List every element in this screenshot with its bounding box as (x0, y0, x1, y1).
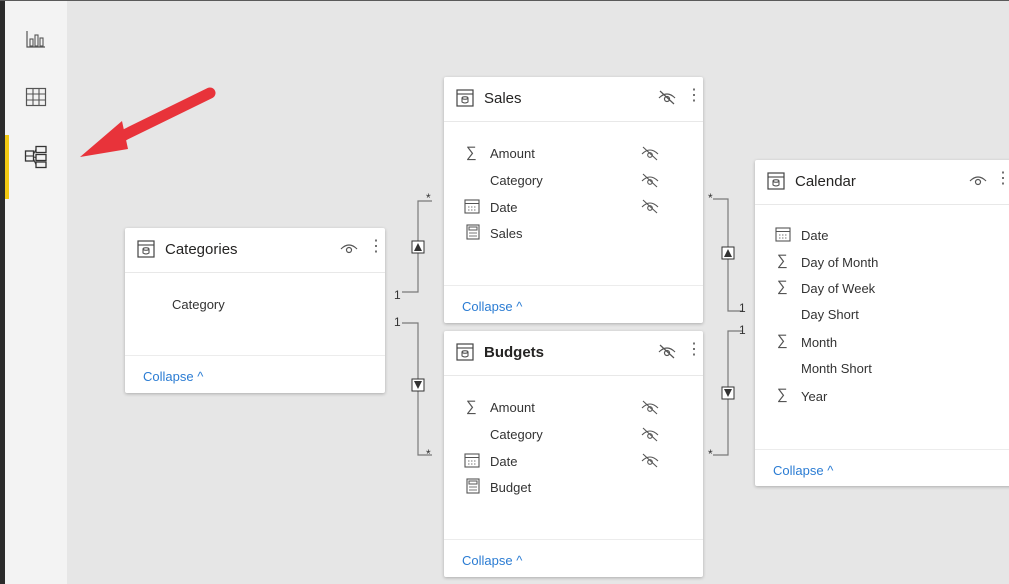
field-date[interactable]: Date (801, 228, 828, 243)
rel-many-marker: * (708, 447, 713, 461)
table-title: Sales (484, 90, 522, 107)
field-category[interactable]: Category (172, 297, 225, 312)
field-day-of-month[interactable]: Day of Month (801, 255, 878, 270)
sigma-icon: ∑ (466, 398, 477, 415)
collapse-link[interactable]: Collapse ^ (462, 299, 522, 314)
sigma-icon: ∑ (777, 252, 788, 269)
rel-one-marker: 1 (739, 301, 746, 315)
table-icon (767, 172, 785, 190)
hidden-eye-icon[interactable] (640, 198, 660, 214)
more-options-icon[interactable]: ⋮ (686, 87, 702, 105)
card-header: Calendar ⋮ (755, 160, 1009, 205)
field-month-short[interactable]: Month Short (801, 361, 872, 376)
sales-table-card[interactable]: Sales ⋮ ∑ Amount Category Date Sales Col… (444, 77, 703, 323)
calendar-icon (464, 453, 480, 468)
collapse-row: Collapse ^ (444, 539, 703, 580)
field-day-of-week[interactable]: Day of Week (801, 281, 875, 296)
rel-one-marker: 1 (394, 288, 401, 302)
hidden-eye-icon[interactable] (640, 145, 660, 161)
categories-table-card[interactable]: Categories ⋮ Category Collapse ^ (125, 228, 385, 393)
rel-one-marker: 1 (739, 323, 746, 337)
rel-many-marker: * (426, 447, 431, 461)
hidden-eye-icon[interactable] (657, 343, 677, 359)
rel-many-marker: * (426, 191, 431, 205)
field-sales-measure[interactable]: Sales (490, 226, 523, 241)
calendar-icon (464, 199, 480, 214)
collapse-link[interactable]: Collapse ^ (462, 553, 522, 568)
visible-eye-icon[interactable] (969, 172, 987, 188)
table-icon (137, 240, 155, 258)
model-view: * 1 1 * * 1 1 * Categories ⋮ Category Co… (0, 0, 1009, 584)
table-title: Calendar (795, 173, 856, 190)
hidden-eye-icon[interactable] (640, 399, 660, 415)
field-category[interactable]: Category (490, 173, 543, 188)
hidden-eye-icon[interactable] (640, 172, 660, 188)
field-budget-measure[interactable]: Budget (490, 480, 531, 495)
measure-calculator-icon (466, 224, 480, 240)
field-day-short[interactable]: Day Short (801, 307, 859, 322)
hidden-eye-icon[interactable] (640, 426, 660, 442)
rel-many-marker: * (708, 191, 713, 205)
visible-eye-icon[interactable] (340, 240, 358, 256)
table-title: Categories (165, 241, 238, 258)
card-header: Categories ⋮ (125, 228, 385, 273)
more-options-icon[interactable]: ⋮ (995, 170, 1009, 188)
table-title: Budgets (484, 344, 544, 361)
hidden-eye-icon[interactable] (640, 452, 660, 468)
table-icon (456, 343, 474, 361)
more-options-icon[interactable]: ⋮ (686, 341, 702, 359)
budgets-table-card[interactable]: Budgets ⋮ ∑ Amount Category Date Budget (444, 331, 703, 577)
collapse-row: Collapse ^ (444, 285, 703, 326)
field-month[interactable]: Month (801, 335, 837, 350)
sigma-icon: ∑ (466, 144, 477, 161)
field-year[interactable]: Year (801, 389, 827, 404)
sigma-icon: ∑ (777, 386, 788, 403)
collapse-link[interactable]: Collapse ^ (143, 369, 203, 384)
calendar-table-card[interactable]: Calendar ⋮ Date ∑ Day of Month ∑ Day of … (755, 160, 1009, 486)
card-header: Sales ⋮ (444, 77, 703, 122)
collapse-link[interactable]: Collapse ^ (773, 463, 833, 478)
sigma-icon: ∑ (777, 278, 788, 295)
more-options-icon[interactable]: ⋮ (368, 238, 384, 256)
field-amount[interactable]: Amount (490, 146, 535, 161)
table-icon (456, 89, 474, 107)
sigma-icon: ∑ (777, 332, 788, 349)
field-amount[interactable]: Amount (490, 400, 535, 415)
rel-one-marker: 1 (394, 315, 401, 329)
field-date[interactable]: Date (490, 454, 517, 469)
field-category[interactable]: Category (490, 427, 543, 442)
collapse-row: Collapse ^ (755, 449, 1009, 490)
field-date[interactable]: Date (490, 200, 517, 215)
card-header: Budgets ⋮ (444, 331, 703, 376)
hidden-eye-icon[interactable] (657, 89, 677, 105)
calendar-icon (775, 227, 791, 242)
collapse-row: Collapse ^ (125, 355, 385, 396)
measure-calculator-icon (466, 478, 480, 494)
